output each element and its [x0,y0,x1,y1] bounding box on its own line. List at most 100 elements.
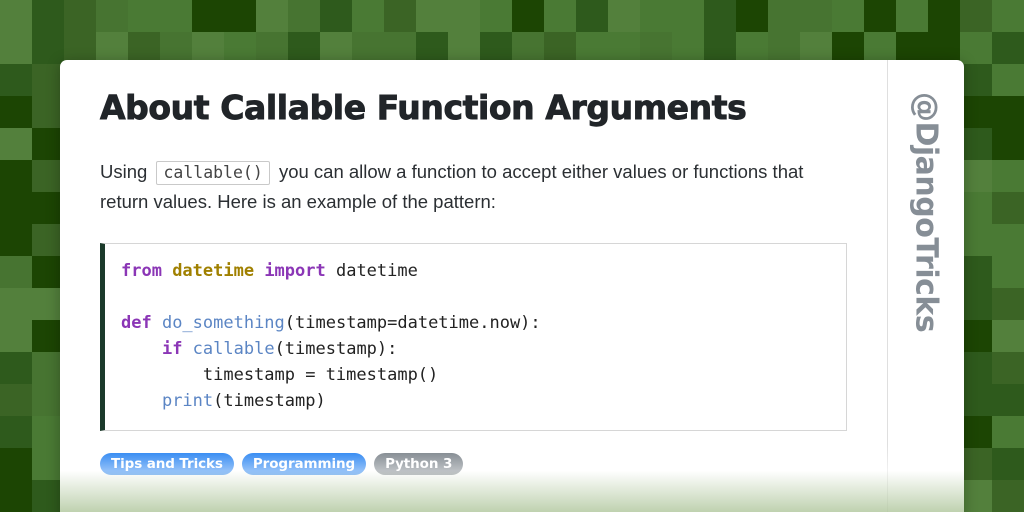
background-tile [288,0,320,32]
background-tile [768,0,800,32]
background-tile [992,0,1024,32]
background-tile [0,96,32,128]
intro-text-before: Using [100,161,148,182]
background-tile [800,0,832,32]
background-tile [960,128,992,160]
background-tile [448,0,480,32]
background-tile [640,0,672,32]
background-tile [480,0,512,32]
background-tile [960,480,992,512]
code-token: from [121,261,173,281]
background-tile [544,0,576,32]
background-tile [608,0,640,32]
background-tile [992,320,1024,352]
code-token: timestamp = timestamp() [121,365,439,385]
code-token: do_something [161,313,285,333]
background-tile [0,416,32,448]
background-tile [0,128,32,160]
background-tile [960,96,992,128]
background-tile [960,352,992,384]
background-tile [0,384,32,416]
code-block-text: from datetime import datetime def do_som… [121,258,830,414]
author-handle[interactable]: @DjangoTricks [909,92,944,332]
background-tile [0,352,32,384]
background-tile [896,0,928,32]
code-block: from datetime import datetime def do_som… [100,243,847,431]
background-tile [0,224,32,256]
code-token: callable [192,339,275,359]
background-tile [0,480,32,512]
code-token: datetime [335,261,418,281]
background-tile [64,0,96,32]
background-tile [992,288,1024,320]
background-tile [0,64,32,96]
background-tile [0,192,32,224]
background-tile [992,192,1024,224]
background-tile [128,0,160,32]
background-tile [960,384,992,416]
code-content: from datetime import datetime def do_som… [121,261,541,411]
background-tile [0,288,32,320]
background-tile [576,0,608,32]
background-tile [960,416,992,448]
background-tile [992,160,1024,192]
tag-badge-1[interactable]: Programming [241,453,367,475]
background-tile [224,0,256,32]
tag-badge-2[interactable]: Python 3 [374,453,464,475]
background-tile [960,0,992,32]
background-tile [192,0,224,32]
background-tile [352,0,384,32]
background-tile [0,32,32,64]
article-content-column: About Callable Function Arguments Using … [60,60,887,512]
background-tile [320,0,352,32]
page-root: About Callable Function Arguments Using … [0,0,1024,512]
background-tile [32,0,64,32]
background-tile [960,288,992,320]
background-tile [960,256,992,288]
background-tile [832,0,864,32]
tag-list: Tips and Tricks Programming Python 3 [100,453,847,475]
background-tile [960,160,992,192]
background-tile [960,224,992,256]
background-tile [960,64,992,96]
background-tile [0,160,32,192]
code-token: (timestamp): [274,339,398,359]
background-tile [960,320,992,352]
background-tile [992,64,1024,96]
code-token: if [161,339,193,359]
page-title: About Callable Function Arguments [100,88,748,128]
code-token: print [161,391,214,411]
article-card: About Callable Function Arguments Using … [60,60,964,512]
background-tile [0,448,32,480]
background-tile [928,0,960,32]
background-tile [864,0,896,32]
background-tile [672,0,704,32]
background-tile [992,128,1024,160]
background-tile [512,0,544,32]
intro-paragraph: Using callable() you can allow a functio… [100,157,847,216]
background-tile [0,320,32,352]
background-tile [992,480,1024,512]
background-tile [960,192,992,224]
code-token: (timestamp) [213,391,326,411]
background-tile [256,0,288,32]
background-tile [960,32,992,64]
code-token: (timestamp=datetime.now): [284,313,541,333]
background-tile [160,0,192,32]
background-tile [992,224,1024,256]
code-token: import [264,261,336,281]
background-tile [384,0,416,32]
code-token: def [121,313,162,333]
card-inner: About Callable Function Arguments Using … [60,60,964,512]
background-tile [0,256,32,288]
background-tile [992,352,1024,384]
code-token: datetime [172,261,265,281]
background-tile [960,448,992,480]
background-tile [992,256,1024,288]
background-tile [96,0,128,32]
tag-badge-0[interactable]: Tips and Tricks [100,453,234,475]
background-tile [416,0,448,32]
background-tile [992,416,1024,448]
